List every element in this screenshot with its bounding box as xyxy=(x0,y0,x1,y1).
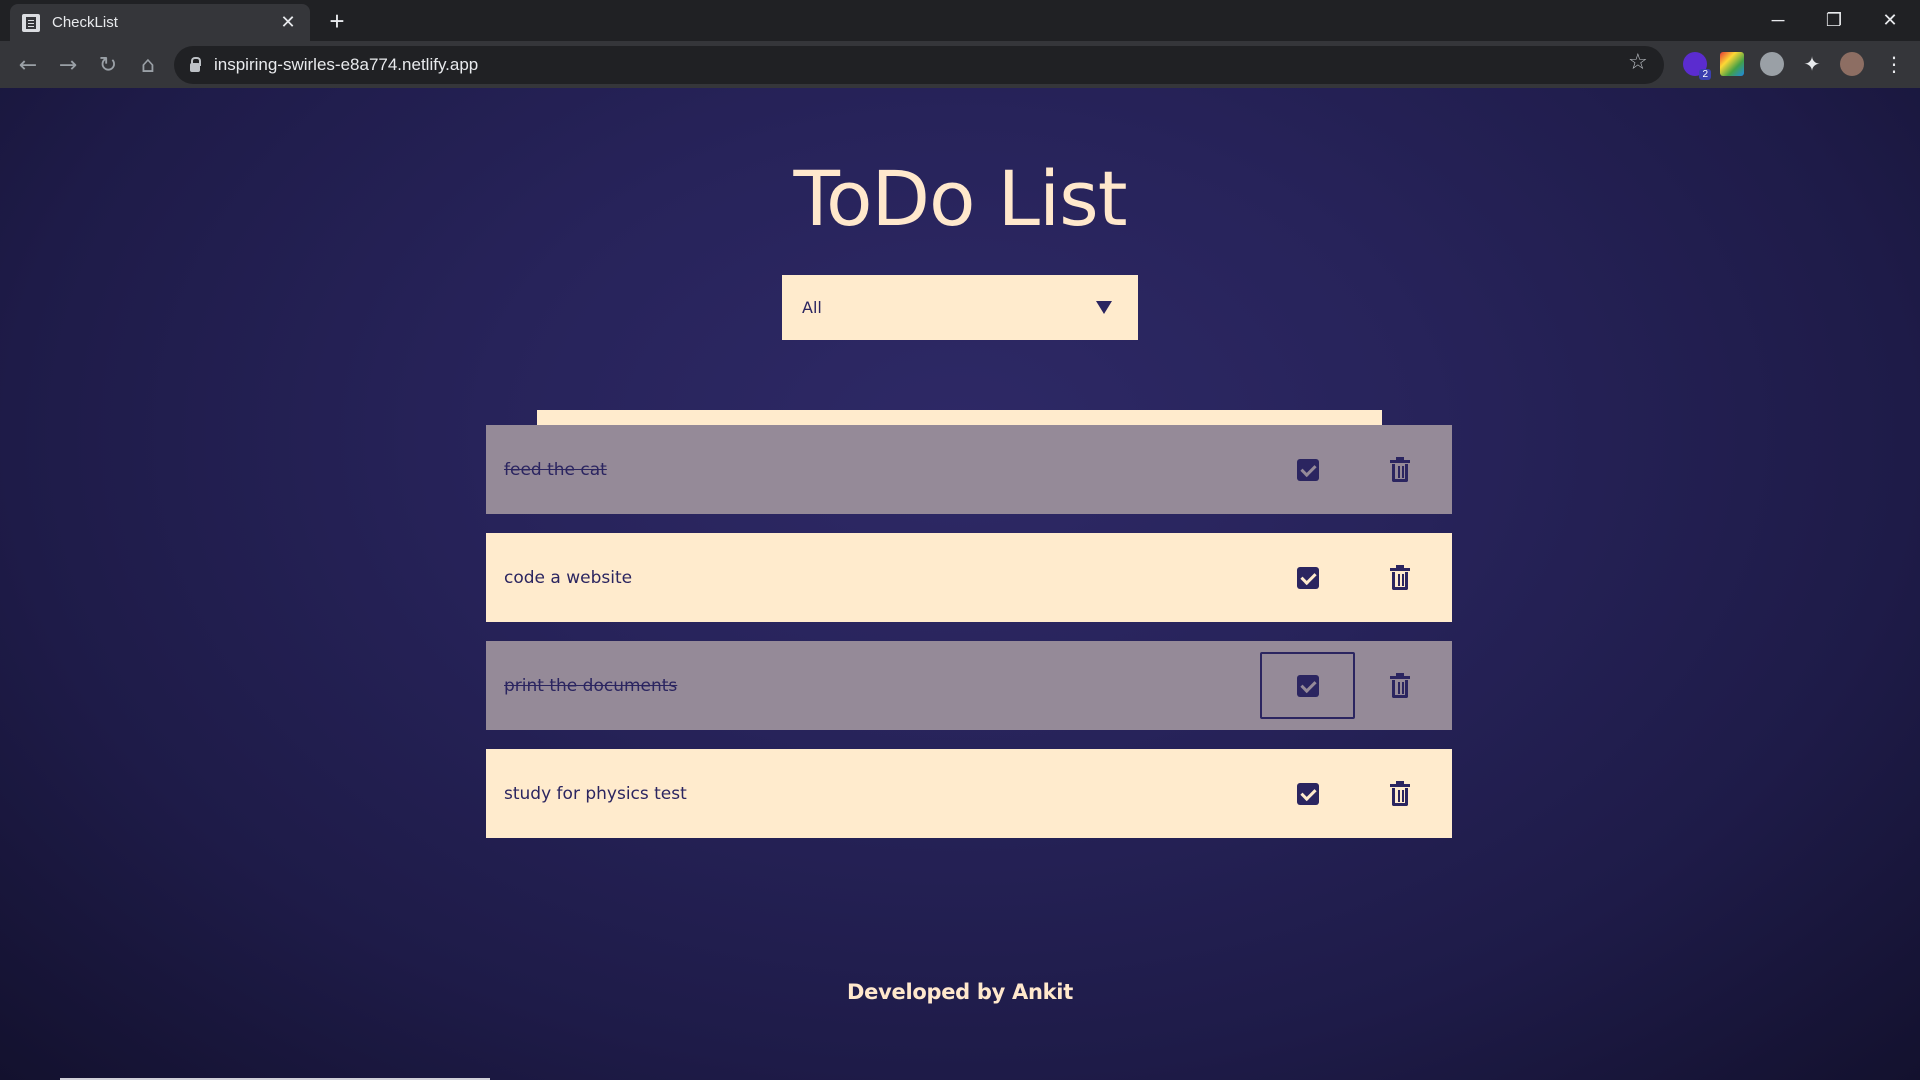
address-bar[interactable]: inspiring-swirles-e8a774.netlify.app xyxy=(174,46,1664,84)
delete-button[interactable] xyxy=(1366,652,1433,719)
minimize-button[interactable]: ─ xyxy=(1750,0,1806,41)
extension-play-icon[interactable] xyxy=(1760,52,1784,76)
page-title: ToDo List xyxy=(793,154,1127,243)
bookmark-star-icon[interactable]: ☆ xyxy=(1628,50,1648,75)
page-content: ToDo List All feed the cat code a websit… xyxy=(0,88,1920,1080)
browser-tab-bar: CheckList ✕ + ─ ❐ ✕ xyxy=(0,0,1920,41)
todo-item: feed the cat xyxy=(486,425,1452,514)
delete-button[interactable] xyxy=(1366,760,1433,827)
filter-select[interactable]: All xyxy=(782,275,1138,340)
browser-tab[interactable]: CheckList ✕ xyxy=(10,4,310,41)
check-square-icon xyxy=(1296,458,1319,481)
delete-button[interactable] xyxy=(1366,436,1433,503)
todo-text: study for physics test xyxy=(504,783,687,804)
back-icon[interactable]: ← xyxy=(12,49,44,81)
checklist-favicon-icon xyxy=(22,13,40,32)
todo-item: code a website xyxy=(486,533,1452,622)
trash-icon xyxy=(1389,565,1410,590)
forward-icon[interactable]: → xyxy=(52,49,84,81)
tab-close-icon[interactable]: ✕ xyxy=(278,12,298,33)
new-tab-button[interactable]: + xyxy=(322,6,352,36)
trash-icon xyxy=(1389,457,1410,482)
lock-icon[interactable] xyxy=(190,56,201,72)
todo-text: code a website xyxy=(504,567,633,588)
todo-text: feed the cat xyxy=(504,459,607,480)
delete-button[interactable] xyxy=(1366,544,1433,611)
home-icon[interactable]: ⌂ xyxy=(132,49,164,81)
extension-badge: 2 xyxy=(1699,69,1711,80)
check-square-icon xyxy=(1296,782,1319,805)
footer-credit: Developed by Ankit xyxy=(847,980,1073,1004)
tab-title: CheckList xyxy=(52,14,118,31)
restore-button[interactable]: ❐ xyxy=(1806,0,1862,41)
reload-icon[interactable]: ↻ xyxy=(92,49,124,81)
trash-icon xyxy=(1389,781,1410,806)
extension-icon-2[interactable] xyxy=(1720,52,1744,76)
close-window-button[interactable]: ✕ xyxy=(1862,0,1918,41)
complete-button[interactable] xyxy=(1260,760,1355,827)
url-text[interactable]: inspiring-swirles-e8a774.netlify.app xyxy=(214,55,478,75)
caret-down-icon xyxy=(1096,301,1112,314)
check-square-icon xyxy=(1296,566,1319,589)
check-square-icon xyxy=(1296,674,1319,697)
todo-item: study for physics test xyxy=(486,749,1452,838)
trash-icon xyxy=(1389,673,1410,698)
complete-button[interactable] xyxy=(1260,544,1355,611)
extension-icon-1[interactable]: 2 xyxy=(1683,52,1711,80)
extensions-puzzle-icon[interactable]: ✦ xyxy=(1800,52,1824,76)
todo-text: print the documents xyxy=(504,675,678,696)
menu-kebab-icon[interactable]: ⋮ xyxy=(1882,52,1906,76)
profile-avatar[interactable] xyxy=(1840,52,1864,76)
complete-button[interactable] xyxy=(1260,652,1355,719)
complete-button[interactable] xyxy=(1260,436,1355,503)
todo-item: print the documents xyxy=(486,641,1452,730)
filter-selected-value: All xyxy=(802,298,822,317)
